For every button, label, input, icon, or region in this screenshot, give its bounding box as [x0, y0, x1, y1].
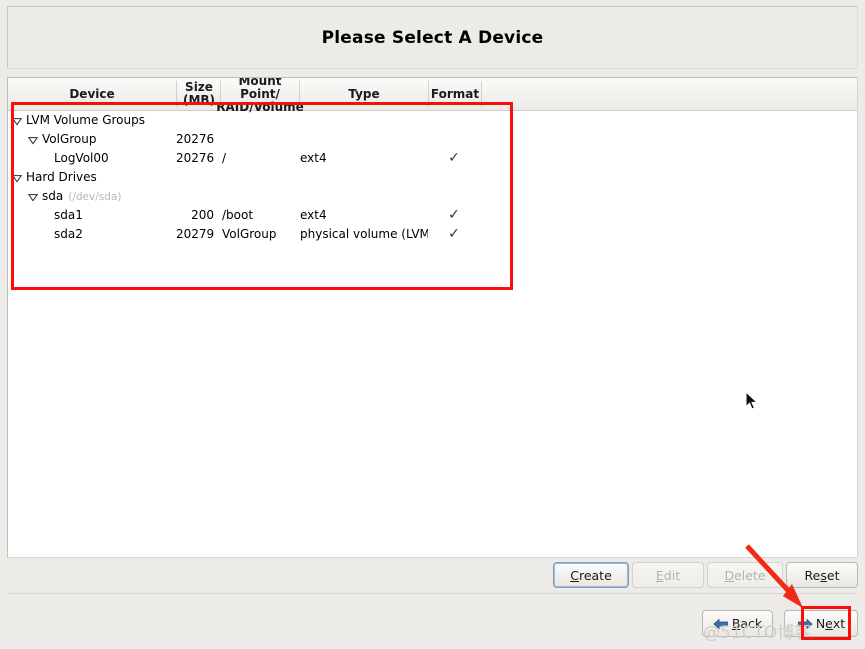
cell-size — [176, 111, 218, 130]
table-row[interactable]: LVM Volume Groups — [8, 111, 857, 130]
table-row[interactable]: sda (/dev/sda) — [8, 187, 857, 206]
column-header-type[interactable]: Type — [300, 78, 428, 110]
chevron-down-icon[interactable] — [28, 192, 38, 202]
table-row[interactable]: Hard Drives — [8, 168, 857, 187]
column-header-device[interactable]: Device — [8, 78, 176, 110]
cell-type: ext4 — [300, 208, 327, 222]
device-name: sda2 — [54, 227, 83, 241]
cell-size: 20279 — [176, 227, 215, 241]
cell-format: ✓ — [448, 150, 460, 166]
reset-button[interactable]: Re s et — [786, 562, 858, 588]
cell-format — [428, 130, 480, 149]
cell-mount-point — [222, 187, 298, 206]
device-list-panel: Device Size (MB) Mount Point/ RAID/Volum… — [7, 77, 858, 558]
device-name: LVM Volume Groups — [26, 113, 145, 127]
cell-type: physical volume (LVM) — [300, 227, 428, 241]
column-header-size[interactable]: Size (MB) — [177, 78, 221, 110]
device-name: Hard Drives — [26, 170, 97, 184]
back-button[interactable]: Back — [702, 610, 773, 637]
cell-format: ✓ — [448, 226, 460, 242]
cell-mount-point: /boot — [222, 208, 254, 222]
device-tree[interactable]: LVM Volume Groups VolGroup 20276 LogVol00 20… — [8, 111, 857, 244]
cell-type — [300, 130, 428, 149]
edit-button[interactable]: Edit — [632, 562, 704, 588]
cell-mount-point — [222, 168, 298, 187]
table-row[interactable]: sda2 20279 VolGroup physical volume (LVM) ✓ — [8, 225, 857, 244]
cell-device: LVM Volume Groups — [8, 111, 180, 130]
cell-device: sda (/dev/sda) — [8, 187, 196, 206]
device-path: (/dev/sda) — [68, 191, 122, 203]
cell-format — [428, 111, 480, 130]
cell-type — [300, 187, 428, 206]
cell-device: Hard Drives — [8, 168, 180, 187]
cell-type: ext4 — [300, 151, 327, 165]
delete-button[interactable]: Delete — [707, 562, 783, 588]
column-header-mount-point[interactable]: Mount Point/ RAID/Volume — [216, 78, 304, 113]
column-divider[interactable] — [481, 81, 482, 107]
chevron-down-icon[interactable] — [12, 173, 22, 183]
cell-type — [300, 111, 428, 130]
device-name: sda1 — [54, 208, 83, 222]
column-header-format[interactable]: Format — [429, 78, 481, 110]
cell-size: 20276 — [176, 132, 215, 146]
cell-mount-point: / — [222, 151, 227, 165]
table-row[interactable]: VolGroup 20276 — [8, 130, 857, 149]
footer-divider — [7, 593, 858, 594]
create-button[interactable]: Create — [553, 562, 629, 588]
cell-format: ✓ — [448, 207, 460, 223]
cell-size: 200 — [191, 208, 214, 222]
cell-size — [176, 168, 218, 187]
cell-size — [176, 187, 218, 206]
device-name: VolGroup — [42, 132, 97, 146]
cell-mount-point — [222, 111, 298, 130]
page-title: Please Select A Device — [321, 27, 544, 48]
chevron-down-icon[interactable] — [28, 135, 38, 145]
cell-size: 20276 — [176, 151, 215, 165]
installer-window: Please Select A Device Device Size (MB) … — [0, 0, 865, 649]
cell-format — [428, 168, 480, 187]
cell-format — [428, 187, 480, 206]
table-row[interactable]: sda1 200/boot ext4 ✓ — [8, 206, 857, 225]
table-header-row: Device Size (MB) Mount Point/ RAID/Volum… — [8, 78, 857, 113]
next-button[interactable]: Ne xt — [784, 610, 858, 637]
device-name: LogVol00 — [54, 151, 109, 165]
cell-type — [300, 168, 428, 187]
chevron-down-icon[interactable] — [12, 116, 22, 126]
table-row[interactable]: LogVol00 20276 / ext4 ✓ — [8, 149, 857, 168]
title-panel: Please Select A Device — [7, 6, 858, 69]
cell-mount-point — [222, 130, 298, 149]
arrow-right-icon — [797, 618, 813, 630]
device-name: sda — [42, 189, 64, 203]
cell-mount-point: VolGroup — [222, 227, 277, 241]
arrow-left-icon — [713, 618, 729, 630]
cell-device: VolGroup — [8, 130, 196, 149]
